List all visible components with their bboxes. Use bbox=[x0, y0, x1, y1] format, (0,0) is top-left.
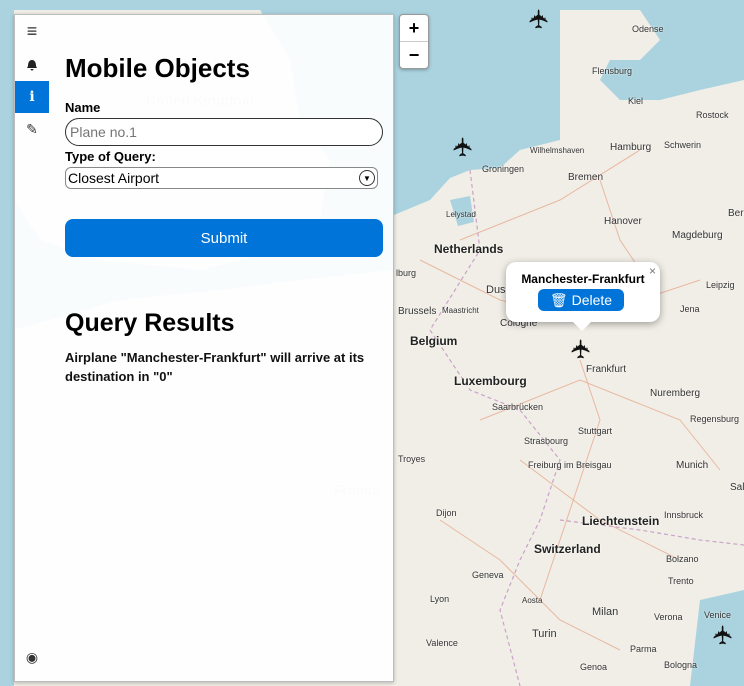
map-label-odense: Odense bbox=[632, 24, 664, 34]
github-icon[interactable]: ◉ bbox=[15, 641, 49, 673]
page-title: Mobile Objects bbox=[65, 53, 250, 83]
map-label-kiel: Kiel bbox=[628, 96, 644, 106]
map-label-bologna: Bologna bbox=[664, 660, 698, 670]
map-label-troyes: Troyes bbox=[398, 454, 426, 464]
map-label-magdeburg: Magdeburg bbox=[672, 230, 723, 241]
map-label-saarbrucken: Saarbrücken bbox=[492, 402, 544, 412]
map-label-lyon: Lyon bbox=[430, 594, 450, 604]
delete-button[interactable]: 🗑 Delete bbox=[538, 289, 624, 311]
map-label-innsbruck: Innsbruck bbox=[664, 510, 704, 520]
map-label-luxembourg: Luxembourg bbox=[454, 374, 527, 388]
map-label-maastricht: Maastricht bbox=[442, 306, 479, 315]
map-label-sal: Sal bbox=[730, 482, 744, 493]
popup-title: Manchester-Frankfurt bbox=[521, 272, 645, 286]
bell-icon[interactable] bbox=[15, 49, 49, 81]
map-label-frankfurt: Frankfurt bbox=[586, 364, 627, 375]
map-label-netherlands: Netherlands bbox=[434, 242, 504, 256]
map-label-brussels: Brussels bbox=[398, 306, 437, 317]
submit-button[interactable]: Submit bbox=[65, 219, 383, 257]
query-type-label: Type of Query: bbox=[65, 149, 156, 164]
map-label-hamburg: Hamburg bbox=[610, 142, 652, 153]
map-label-wilhelmshaven: Wilhelmshaven bbox=[530, 146, 585, 155]
map-label-liechtenstein: Liechtenstein bbox=[582, 514, 660, 528]
bell-icon-shape bbox=[27, 59, 37, 70]
map-label-regensburg: Regensburg bbox=[690, 414, 740, 424]
map-label-strasbourg: Strasbourg bbox=[524, 436, 569, 446]
query-type-select[interactable]: Closest Airport ▼ bbox=[65, 167, 378, 189]
map-label-bremen: Bremen bbox=[568, 172, 604, 183]
sidebar: ≡ i ✎ ◉ Mobile Objects Name Type of Quer… bbox=[14, 14, 394, 682]
map-label-schwerin: Schwerin bbox=[664, 140, 702, 150]
query-type-value: Closest Airport bbox=[68, 170, 160, 186]
map-label-ber: Ber bbox=[728, 208, 744, 219]
map-label-lburg: lburg bbox=[396, 268, 417, 278]
map-label-parma: Parma bbox=[630, 644, 657, 654]
map-label-dus: Dus bbox=[486, 284, 506, 296]
name-input[interactable] bbox=[65, 118, 383, 146]
map-label-lelystad: Lelystad bbox=[446, 210, 476, 219]
map-label-hanover: Hanover bbox=[604, 216, 642, 227]
map-label-rostock: Rostock bbox=[696, 110, 729, 120]
zoom-in-button[interactable]: + bbox=[400, 15, 428, 41]
map-label-turin: Turin bbox=[532, 628, 557, 640]
map-label-geneva: Geneva bbox=[472, 570, 504, 580]
map-label-leipzig: Leipzig bbox=[706, 280, 735, 290]
plane-marker-north[interactable]: ✈ bbox=[524, 8, 554, 30]
plane-popup: × Manchester-Frankfurt 🗑 Delete bbox=[506, 262, 660, 331]
map-label-munich: Munich bbox=[676, 460, 709, 471]
map-label-trento: Trento bbox=[668, 576, 694, 586]
map-label-valence: Valence bbox=[426, 638, 458, 648]
map-label-dijon: Dijon bbox=[436, 508, 457, 518]
popup-tip bbox=[572, 321, 592, 331]
query-pane: Mobile Objects Name Type of Query: Close… bbox=[65, 53, 385, 386]
sidebar-tabs: ≡ i ✎ ◉ bbox=[15, 15, 49, 681]
map-label-switzerland: Switzerland bbox=[534, 542, 601, 556]
map-label-venice: Venice bbox=[704, 610, 732, 620]
plane-marker-frankfurt[interactable]: ✈ bbox=[566, 338, 596, 360]
map-label-verona: Verona bbox=[654, 612, 683, 622]
map-label-nuremberg: Nuremberg bbox=[650, 388, 701, 399]
chevron-down-icon: ▼ bbox=[359, 170, 375, 186]
name-label: Name bbox=[65, 100, 101, 115]
plane-marker-adriatic[interactable]: ✈ bbox=[708, 624, 738, 646]
plane-marker-netherlands[interactable]: ✈ bbox=[448, 136, 478, 158]
hamburger-icon[interactable]: ≡ bbox=[15, 15, 49, 47]
map-label-jena: Jena bbox=[680, 304, 700, 314]
map-label-belgium: Belgium bbox=[410, 334, 458, 348]
map-label-bolzano: Bolzano bbox=[666, 554, 699, 564]
zoom-out-button[interactable]: − bbox=[400, 41, 428, 68]
map-label-genoa: Genoa bbox=[580, 662, 608, 672]
results-title: Query Results bbox=[65, 309, 235, 337]
edit-icon[interactable]: ✎ bbox=[15, 113, 49, 145]
map-label-aosta: Aosta bbox=[522, 596, 543, 605]
map-label-flensburg: Flensburg bbox=[592, 66, 633, 76]
map-label-groningen: Groningen bbox=[482, 164, 525, 174]
result-text: Airplane "Manchester-Frankfurt" will arr… bbox=[65, 350, 365, 384]
map-label-stuttgart: Stuttgart bbox=[578, 426, 613, 436]
info-icon[interactable]: i bbox=[15, 81, 49, 113]
map-label-milan: Milan bbox=[592, 606, 619, 618]
zoom-control: + − bbox=[399, 14, 429, 69]
map-label-freiburg: Freiburg im Breisgau bbox=[528, 460, 612, 470]
